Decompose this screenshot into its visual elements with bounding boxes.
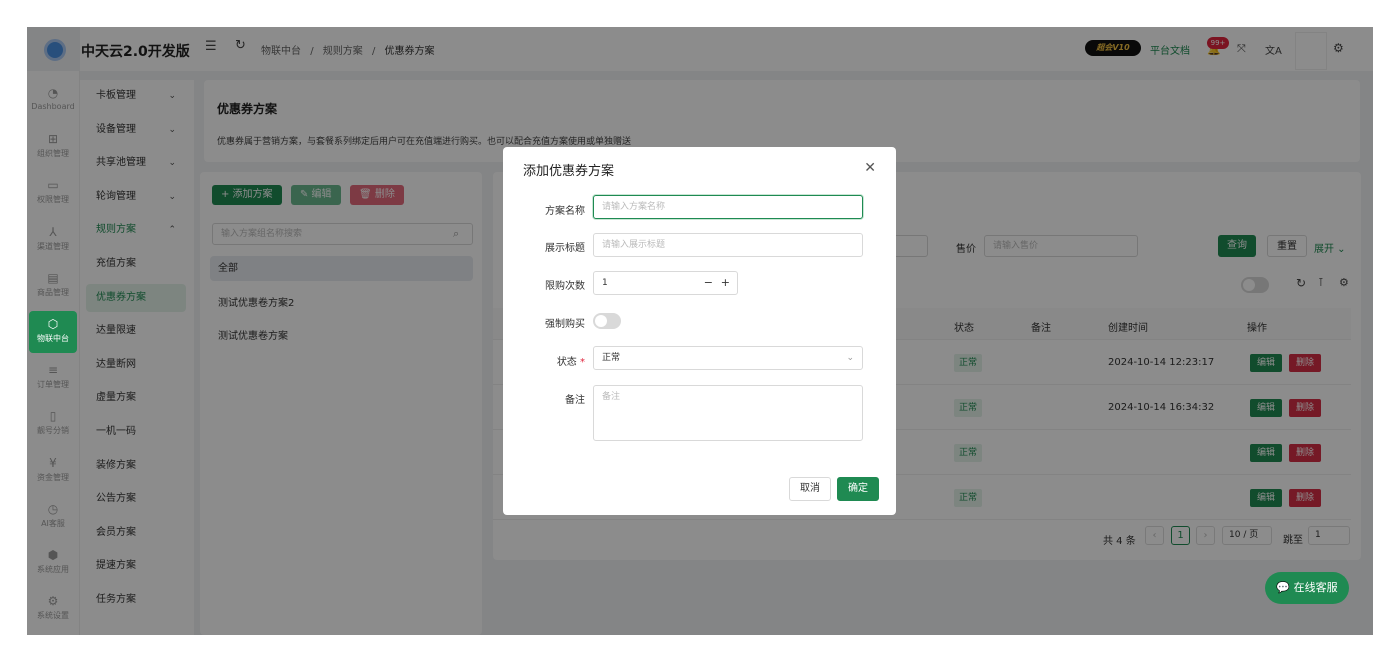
rail-fund[interactable]: ¥ 资金管理: [29, 450, 77, 492]
rail-iot-icon: ⬡: [47, 317, 59, 331]
rail-settings[interactable]: ⚙ 系统设置: [29, 588, 77, 630]
purchase-limit-value: 1: [602, 278, 608, 288]
rail-label: 资金管理: [37, 472, 69, 482]
rail-number-icon: ▯: [49, 409, 57, 424]
minus-icon[interactable]: −: [704, 272, 713, 294]
rail-apps-icon: ⬢: [47, 548, 59, 562]
rail-permission[interactable]: ▭ 权限管理: [29, 172, 77, 214]
rail-org[interactable]: ⊞ 组织管理: [29, 126, 77, 168]
plan-name-input[interactable]: 请输入方案名称: [593, 195, 863, 219]
rail-goods-icon: ▤: [47, 270, 59, 285]
rail-channel[interactable]: ⅄ 渠道管理: [29, 219, 77, 261]
field-label: 备注: [565, 395, 585, 406]
status-select[interactable]: 正常 ⌄: [593, 346, 863, 370]
rail-ai-icon: ◷: [47, 501, 59, 516]
remark-textarea[interactable]: 备注: [593, 385, 863, 441]
cancel-button[interactable]: 取消: [789, 477, 831, 501]
app-window: ☰ ↻ 物联中台 / 规则方案 / 优惠券方案 中天云2.0开发版 超会V10 …: [27, 27, 1373, 635]
rail-iot[interactable]: ⬡ 物联中台: [29, 311, 77, 353]
rail-label: 系统应用: [37, 565, 69, 574]
rail-apps[interactable]: ⬢ 系统应用: [29, 542, 77, 584]
rail-label: 组织管理: [37, 149, 69, 159]
dialog-title: 添加优惠券方案: [523, 164, 615, 179]
rail-label: 权限管理: [37, 195, 69, 205]
rail-label: 订单管理: [37, 380, 69, 390]
rail-fund-icon: ¥: [49, 455, 57, 470]
rail-ai[interactable]: ◷ AI客服: [29, 496, 77, 538]
display-title-input[interactable]: 请输入展示标题: [593, 233, 863, 257]
add-coupon-plan-dialog: 添加优惠券方案 ✕ 方案名称 请输入方案名称 展示标题 请输入展示标题 限购次数…: [503, 147, 896, 515]
field-label: 强制购买: [545, 319, 585, 330]
rail-label: Dashboard: [31, 102, 75, 111]
chat-bubble-icon: 💬: [1276, 581, 1291, 594]
rail-order-icon: ≡: [47, 363, 59, 378]
field-label: 状态 *: [503, 353, 585, 368]
rail-label: 系统设置: [37, 611, 69, 621]
force-purchase-switch[interactable]: [593, 313, 621, 329]
rail-label: 渠道管理: [37, 241, 69, 251]
rail-label: 靓号分销: [37, 426, 69, 436]
rail-label: 商品管理: [37, 287, 69, 297]
status-label-text: 状态: [556, 357, 577, 368]
rail-number[interactable]: ▯ 靓号分销: [29, 403, 77, 445]
rail-settings-icon: ⚙: [47, 594, 59, 609]
close-icon[interactable]: ✕: [864, 160, 876, 176]
rail-org-icon: ⊞: [47, 132, 59, 147]
chevron-down-icon: ⌄: [846, 353, 854, 363]
field-label: 限购次数: [545, 281, 585, 292]
rail-goods[interactable]: ▤ 商品管理: [29, 265, 77, 307]
rail-label: AI客服: [41, 518, 65, 528]
purchase-limit-stepper[interactable]: 1 − +: [593, 271, 738, 295]
rail-dashboard[interactable]: ◔ Dashboard: [29, 80, 77, 122]
rail-label: 物联中台: [37, 334, 69, 343]
field-label: 展示标题: [545, 243, 585, 254]
confirm-button[interactable]: 确定: [837, 477, 879, 501]
online-support-button[interactable]: 💬 在线客服: [1265, 572, 1349, 604]
rail-channel-icon: ⅄: [49, 224, 57, 239]
required-asterisk: *: [580, 357, 585, 368]
rail-dashboard-icon: ◔: [47, 86, 59, 100]
rail-order[interactable]: ≡ 订单管理: [29, 357, 77, 399]
plus-icon[interactable]: +: [721, 272, 730, 294]
field-label: 方案名称: [545, 206, 585, 217]
online-support-label: 在线客服: [1293, 581, 1338, 594]
status-select-value: 正常: [602, 353, 621, 363]
rail-permission-icon: ▭: [47, 178, 59, 193]
